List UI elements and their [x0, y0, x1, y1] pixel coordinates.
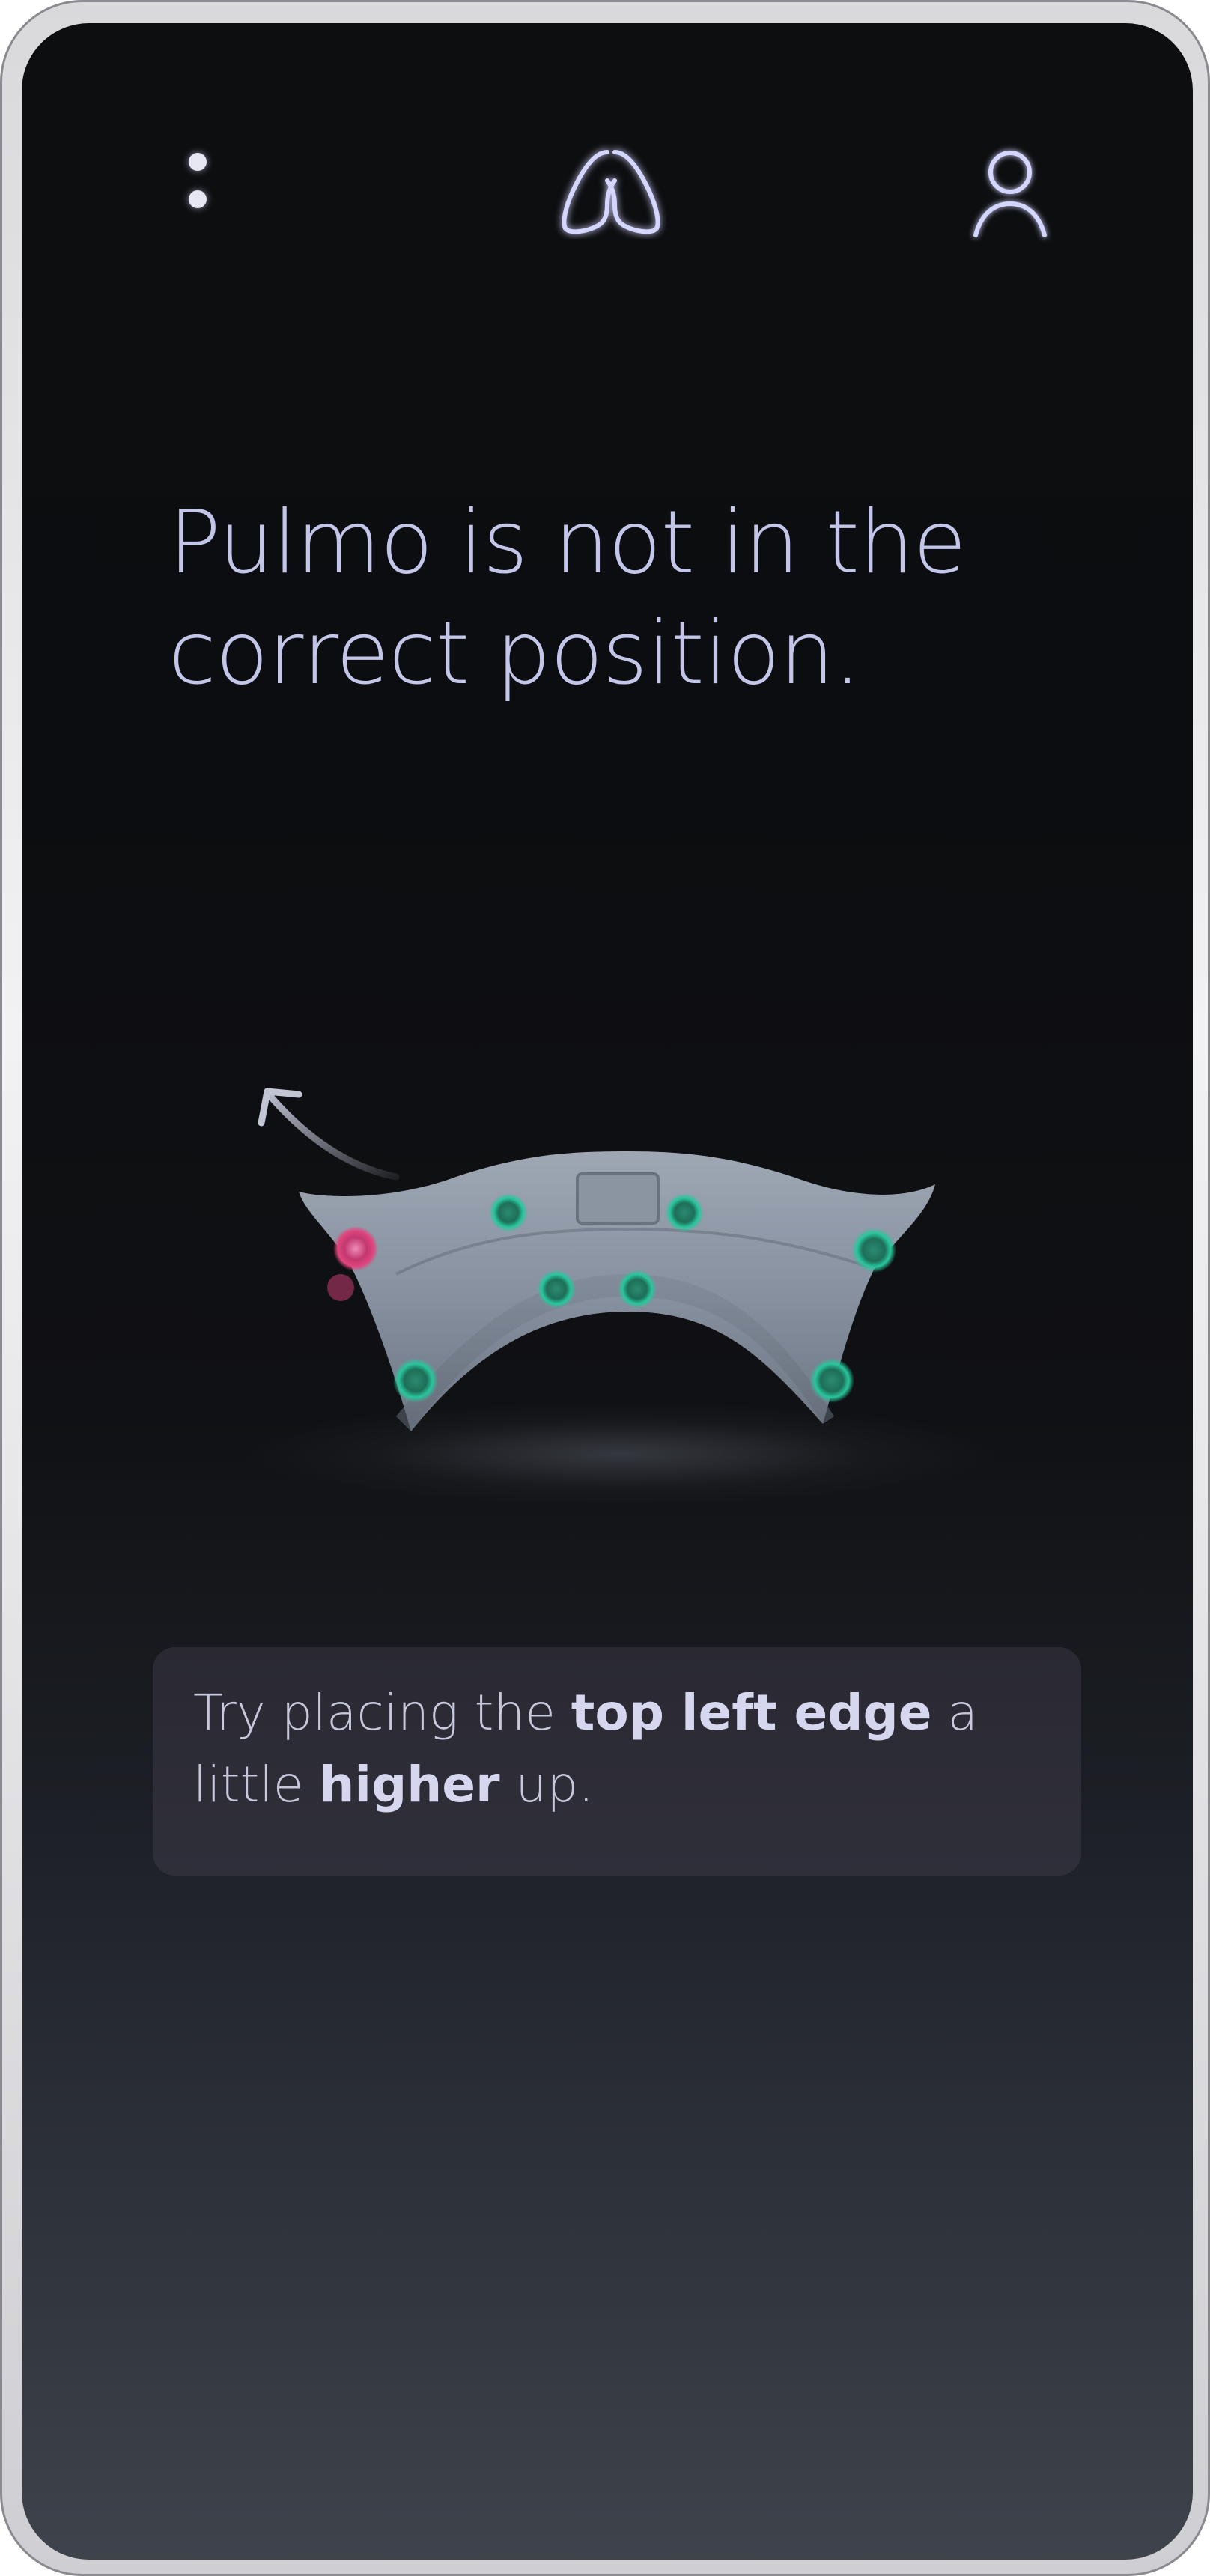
hint-text-emphasis-2: higher [319, 1756, 500, 1813]
phone-frame: Pulmo is not in the correct position. Tr… [0, 0, 1210, 2576]
pulmo-device [299, 1151, 935, 1431]
more-vertical-icon-dot-top [189, 153, 207, 171]
title-line-1: Pulmo is not in the [168, 492, 967, 593]
app-screen: Pulmo is not in the correct position. Tr… [22, 23, 1193, 2560]
hint-text-part-3: up. [499, 1756, 595, 1813]
page-title: Pulmo is not in the correct position. [168, 488, 1104, 709]
lungs-logo-icon [562, 150, 660, 234]
title-line-2: correct position. [168, 603, 861, 704]
hint-text-part-1: Try placing the [193, 1684, 571, 1742]
top-bar [22, 23, 1193, 237]
device-illustration [209, 1049, 1033, 1574]
hint-text-emphasis-1: top left edge [571, 1684, 932, 1742]
more-vertical-icon-dot-bottom [189, 190, 207, 208]
user-profile-icon[interactable] [965, 139, 1055, 244]
hint-card: Try placing the top left edge a little h… [153, 1647, 1081, 1876]
menu-button[interactable] [171, 136, 224, 225]
hint-text: Try placing the top left edge a little h… [193, 1677, 1041, 1821]
